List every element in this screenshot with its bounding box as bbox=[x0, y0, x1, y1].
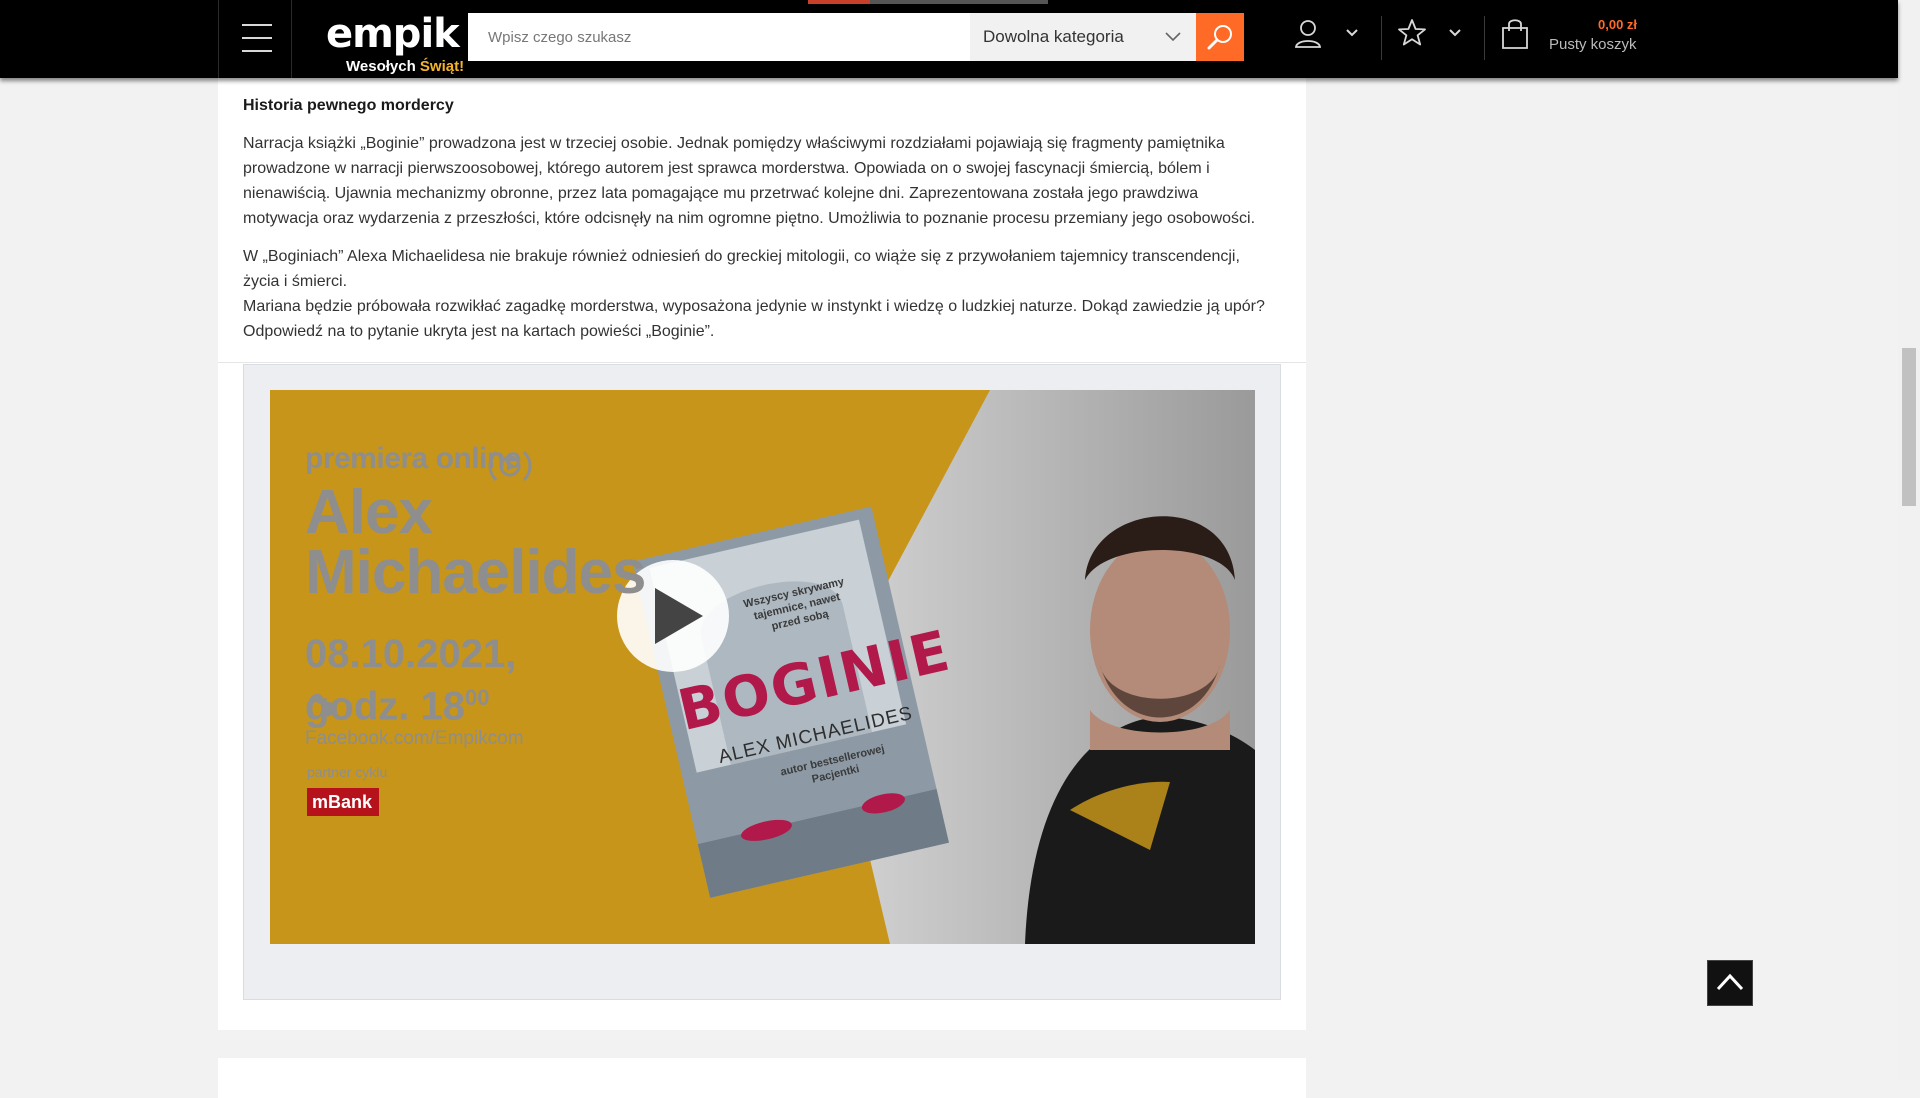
video-player[interactable]: premiera online Alex Michaelides 08.10.2… bbox=[270, 390, 1255, 944]
logo-tagline: Wesołych Świąt! bbox=[346, 58, 465, 75]
cart-price[interactable]: 0,00 zł bbox=[1598, 17, 1637, 32]
article-paragraph: Mariana będzie próbowała rozwikłać zagad… bbox=[243, 298, 1265, 340]
menu-icon-line bbox=[242, 24, 272, 26]
search-input[interactable] bbox=[468, 13, 970, 61]
category-label: Dowolna kategoria bbox=[983, 27, 1124, 46]
search-button[interactable] bbox=[1196, 13, 1244, 61]
user-icon[interactable] bbox=[1293, 18, 1323, 50]
empik-logo[interactable]: empik Wesołych Świąt! bbox=[326, 11, 464, 75]
chevron-down-icon[interactable] bbox=[1448, 28, 1462, 38]
back-to-top-button[interactable] bbox=[1707, 960, 1753, 1006]
section-divider bbox=[218, 362, 1306, 363]
category-select[interactable]: Dowolna kategoria bbox=[970, 13, 1196, 61]
menu-button[interactable] bbox=[218, 0, 292, 78]
site-header: empik Wesołych Świąt! Dowolna kategoria … bbox=[0, 0, 1898, 78]
search-box[interactable] bbox=[468, 13, 970, 61]
menu-icon-line bbox=[242, 37, 272, 39]
star-icon[interactable] bbox=[1397, 18, 1427, 48]
promo-bar-accent bbox=[808, 0, 870, 4]
chevron-down-icon bbox=[1165, 32, 1181, 42]
chevron-up-icon bbox=[1716, 973, 1744, 991]
book-blurb: Wszyscy skrywamy tajemnice, nawet przed … bbox=[742, 575, 846, 633]
article-paragraph: Narracja książki „Boginie” prowadzona je… bbox=[243, 135, 1256, 227]
author-first-name: Alex bbox=[305, 478, 433, 547]
scrollbar-thumb[interactable] bbox=[1902, 348, 1916, 506]
article-paragraph: W „Boginiach” Alexa Michaelidesa nie bra… bbox=[243, 248, 1240, 290]
search-icon bbox=[1207, 25, 1232, 50]
next-section-card bbox=[218, 1058, 1306, 1098]
chevron-down-icon[interactable] bbox=[1345, 28, 1359, 38]
author-photo-face bbox=[1090, 538, 1230, 722]
logo-text: empik bbox=[326, 11, 460, 57]
event-link: Facebook.com/Empikcom bbox=[305, 728, 524, 749]
partner-name: mBank bbox=[312, 792, 373, 812]
promo-bar bbox=[870, 0, 1048, 4]
shopping-bag-icon[interactable] bbox=[1500, 18, 1530, 50]
event-time: godz. 1800 bbox=[305, 684, 490, 729]
divider bbox=[1484, 16, 1485, 60]
divider bbox=[1381, 16, 1382, 60]
event-date: 08.10.2021, bbox=[305, 632, 517, 676]
scrollbar[interactable] bbox=[1898, 0, 1920, 1080]
premiere-label: premiera online bbox=[305, 442, 521, 475]
cart-label[interactable]: Pusty koszyk bbox=[1549, 36, 1637, 53]
menu-icon-line bbox=[242, 50, 272, 52]
article-heading: Historia pewnego mordercy bbox=[243, 97, 454, 114]
author-last-name: Michaelides bbox=[305, 538, 646, 607]
partner-label: partner cyklu bbox=[307, 764, 388, 780]
